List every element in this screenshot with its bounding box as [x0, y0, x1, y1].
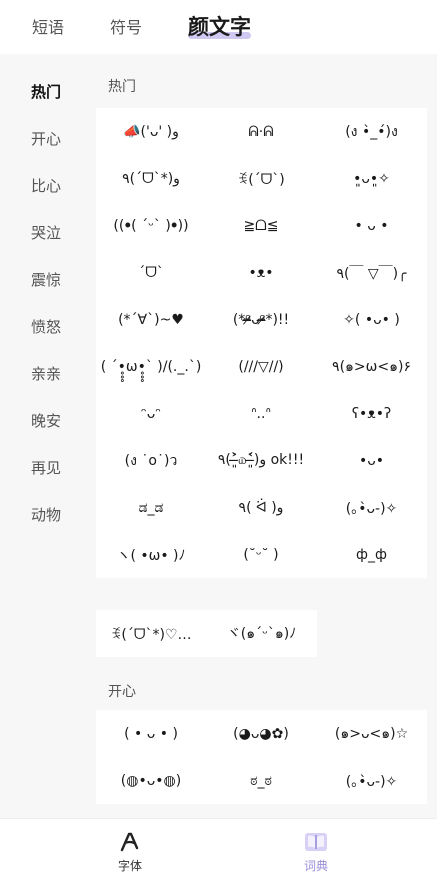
- kaomoji-list[interactable]: 热门 📣('ᴗ' )و ᕱ·ᕱ (ง •̀_•́)ง ٩(ˊᗜˋ*)و ꉂ(ˊᗜˋ) •͈…: [92, 54, 437, 818]
- kaomoji-item[interactable]: •ᴗ•: [316, 437, 427, 484]
- sidebar-item-animals[interactable]: 动物: [0, 504, 92, 525]
- sidebar-item-kiss[interactable]: 亲亲: [0, 363, 92, 384]
- bottom-tab-dictionary[interactable]: 词典: [276, 829, 356, 874]
- top-tab-bar: 短语 符号 颜文字: [0, 0, 437, 54]
- bottom-tab-label: 词典: [303, 859, 328, 873]
- kaomoji-item[interactable]: • ᴗ •: [316, 202, 427, 249]
- kaomoji-item[interactable]: (*ᵒ̴̶̷ᴗᵒ̴̶̷*)!!: [206, 296, 316, 343]
- section-title-hot: 热门: [108, 79, 136, 95]
- sidebar-item-goodnight[interactable]: 晚安: [0, 410, 92, 431]
- kaomoji-item[interactable]: ≧ᗝ≦: [206, 202, 316, 249]
- kaomoji-item[interactable]: ꉂ(ˊᗜˋ*)♡…: [96, 610, 206, 657]
- kaomoji-item[interactable]: ʕ•ᴥ•ʔ: [316, 390, 427, 437]
- kaomoji-item[interactable]: ((ꔷ( ´ᵕ` )ꔷ)): [96, 202, 206, 249]
- kaomoji-item[interactable]: ٩(˃̶͈̀௰˂̶͈́)و ok!!!: [206, 437, 316, 484]
- kaomoji-item[interactable]: (ง ˙o˙)ว: [96, 437, 206, 484]
- category-sidebar: 热门 开心 比心 哭泣 震惊 愤怒 亲亲 晚安 再见 动物: [0, 54, 92, 818]
- kaomoji-item[interactable]: ヾ(๑ˊᵕˋ๑)ﾉ: [206, 610, 317, 657]
- kaomoji-item[interactable]: (◕ᴗ◕✿): [206, 710, 316, 757]
- bottom-nav: 字体 词典: [0, 818, 437, 882]
- kaomoji-item[interactable]: •͈ᴗ•͈✧: [316, 155, 427, 202]
- sidebar-item-happy[interactable]: 开心: [0, 128, 92, 149]
- book-icon: [276, 829, 356, 855]
- kaomoji-item[interactable]: (///▽//): [206, 343, 316, 390]
- bottom-tab-fonts[interactable]: 字体: [90, 829, 170, 874]
- kaomoji-grid-hot-tail: ꉂ(ˊᗜˋ*)♡… ヾ(๑ˊᵕˋ๑)ﾉ: [96, 610, 317, 657]
- tab-kaomoji[interactable]: 颜文字: [188, 11, 251, 41]
- kaomoji-item[interactable]: ᕱ·ᕱ: [206, 108, 316, 155]
- kaomoji-item[interactable]: (*´∀`)~♥: [96, 296, 206, 343]
- sidebar-item-hot[interactable]: 热门: [0, 81, 92, 102]
- sidebar-item-angry[interactable]: 愤怒: [0, 316, 92, 337]
- kaomoji-item[interactable]: ٩(๑>ω<๑)۶: [316, 343, 427, 390]
- sidebar-item-goodbye[interactable]: 再见: [0, 457, 92, 478]
- sidebar-item-heart[interactable]: 比心: [0, 175, 92, 196]
- sidebar-item-cry[interactable]: 哭泣: [0, 222, 92, 243]
- kaomoji-item[interactable]: ಠ_ಠ: [206, 757, 316, 804]
- kaomoji-item[interactable]: ٩(ˊᗜˋ*)و: [96, 155, 206, 202]
- kaomoji-item[interactable]: ( • ᴗ • ): [96, 710, 206, 757]
- tab-symbols[interactable]: 符号: [110, 14, 142, 38]
- kaomoji-item[interactable]: 📣('ᴗ' )و: [96, 108, 206, 155]
- kaomoji-item[interactable]: ꉂ(ˊᗜˋ): [206, 155, 316, 202]
- kaomoji-item[interactable]: ಡ_ಡ: [96, 484, 206, 531]
- kaomoji-item[interactable]: ( ´•̥̥̥ω•̥̥̥` )/(._.`): [96, 343, 206, 390]
- bottom-tab-label: 字体: [117, 859, 142, 873]
- font-a-icon: [90, 829, 170, 855]
- kaomoji-item[interactable]: (｡•̀ᴗ-)✧: [316, 757, 427, 804]
- kaomoji-item[interactable]: (｡•̀ᴗ-)✧: [316, 484, 427, 531]
- kaomoji-grid-happy: ( • ᴗ • ) (◕ᴗ◕✿) (๑>ᴗ<๑)☆ (◍•ᴗ•◍) ಠ_ಠ (｡•̀ᴗ-)…: [96, 710, 427, 804]
- kaomoji-item[interactable]: •ᴥ•: [206, 249, 316, 296]
- kaomoji-item[interactable]: ᵔᴗᵔ: [96, 390, 206, 437]
- kaomoji-item[interactable]: ˊᗜˋ: [96, 249, 206, 296]
- sidebar-item-shock[interactable]: 震惊: [0, 269, 92, 290]
- kaomoji-item[interactable]: (◍•ᴗ•◍): [96, 757, 206, 804]
- section-title-happy: 开心: [108, 684, 136, 700]
- kaomoji-item[interactable]: (ง •̀_•́)ง: [316, 108, 427, 155]
- kaomoji-item[interactable]: ф_ф: [316, 531, 427, 578]
- kaomoji-item[interactable]: ٩(￣ ▽￣)╭: [316, 249, 427, 296]
- kaomoji-item[interactable]: (˘ᵕ˘ ): [206, 531, 316, 578]
- kaomoji-item[interactable]: (๑>ᴗ<๑)☆: [316, 710, 427, 757]
- kaomoji-grid-hot: 📣('ᴗ' )و ᕱ·ᕱ (ง •̀_•́)ง ٩(ˊᗜˋ*)و ꉂ(ˊᗜˋ) •͈ᴗ•͈…: [96, 108, 427, 578]
- kaomoji-item[interactable]: ヽ( •ω• )ﾉ: [96, 531, 206, 578]
- kaomoji-item[interactable]: ✧( •ᴗ• ): [316, 296, 427, 343]
- tab-phrases[interactable]: 短语: [32, 14, 64, 38]
- kaomoji-item[interactable]: ᐢ..ᐢ: [206, 390, 316, 437]
- kaomoji-item[interactable]: ٩( ᐛ )و: [206, 484, 316, 531]
